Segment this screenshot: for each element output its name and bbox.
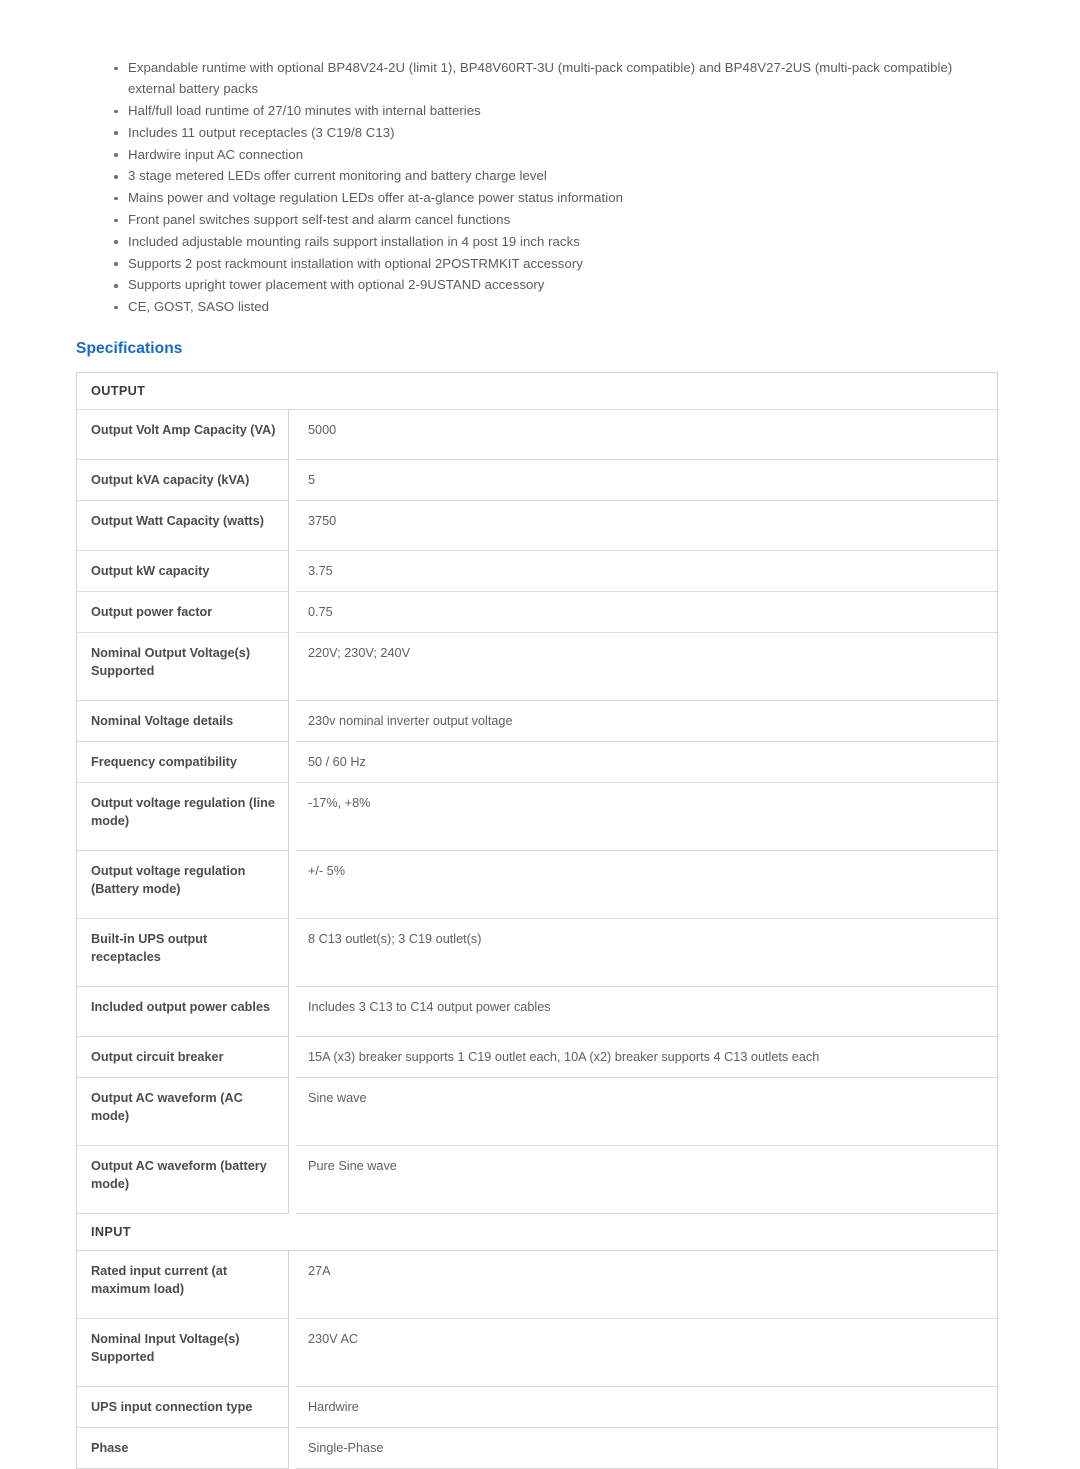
spec-value: 230v nominal inverter output voltage [296, 701, 997, 742]
spec-value: -17%, +8% [296, 783, 997, 851]
spec-value: 8 C13 outlet(s); 3 C19 outlet(s) [296, 919, 997, 987]
spec-row: Rated input current (at maximum load) 27A [77, 1251, 997, 1319]
spec-row: UPS input connection type Hardwire [77, 1387, 997, 1428]
feature-item: 3 stage metered LEDs offer current monit… [108, 165, 980, 186]
spec-row: Nominal Output Voltage(s) Supported 220V;… [77, 633, 997, 701]
spec-row: Output AC waveform (battery mode) Pure Si… [77, 1146, 997, 1214]
spec-value: Single-Phase [296, 1428, 997, 1469]
feature-item: Included adjustable mounting rails suppo… [108, 231, 980, 252]
feature-item: Hardwire input AC connection [108, 144, 980, 165]
spec-value: Pure Sine wave [296, 1146, 997, 1214]
spec-label: Rated input current (at maximum load) [77, 1251, 289, 1319]
spec-row: Output Volt Amp Capacity (VA) 5000 [77, 410, 997, 460]
spec-row: Built-in UPS output receptacles 8 C13 out… [77, 919, 997, 987]
spec-label: UPS input connection type [77, 1387, 289, 1428]
spec-label: Output kW capacity [77, 551, 289, 592]
spec-value: 50 / 60 Hz [296, 742, 997, 783]
spec-value: Includes 3 C13 to C14 output power cable… [296, 987, 997, 1037]
spec-row: Output voltage regulation (line mode) -17… [77, 783, 997, 851]
spec-row: Output circuit breaker 15A (x3) breaker s… [77, 1037, 997, 1078]
spec-row: Nominal Voltage details 230v nominal inve… [77, 701, 997, 742]
spec-row: Included output power cables Includes 3 C… [77, 987, 997, 1037]
feature-item: Mains power and voltage regulation LEDs … [108, 187, 980, 208]
spec-row: Output AC waveform (AC mode) Sine wave [77, 1078, 997, 1146]
spec-section-header: INPUT [77, 1214, 997, 1251]
spec-section-header: OUTPUT [77, 373, 997, 410]
feature-item: Expandable runtime with optional BP48V24… [108, 57, 980, 100]
spec-label: Output Watt Capacity (watts) [77, 501, 289, 551]
feature-item: Includes 11 output receptacles (3 C19/8 … [108, 122, 980, 143]
spec-value: 3750 [296, 501, 997, 551]
spec-row: Phase Single-Phase [77, 1428, 997, 1469]
spec-label: Output AC waveform (AC mode) [77, 1078, 289, 1146]
spec-label: Output kVA capacity (kVA) [77, 460, 289, 501]
spec-label: Nominal Output Voltage(s) Supported [77, 633, 289, 701]
spec-row: Output voltage regulation (Battery mode)… [77, 851, 997, 919]
spec-row: Output kW capacity 3.75 [77, 551, 997, 592]
spec-row: Output Watt Capacity (watts) 3750 [77, 501, 997, 551]
spec-value: 0.75 [296, 592, 997, 633]
spec-value: 3.75 [296, 551, 997, 592]
spec-value: 5000 [296, 410, 997, 460]
specifications-table: OUTPUT Output Volt Amp Capacity (VA) 5000 O… [76, 372, 998, 1469]
spec-value: 5 [296, 460, 997, 501]
spec-value: 15A (x3) breaker supports 1 C19 outlet e… [296, 1037, 997, 1078]
feature-bullet-list: Expandable runtime with optional BP48V24… [108, 57, 980, 318]
spec-value: +/- 5% [296, 851, 997, 919]
spec-row: Output kVA capacity (kVA) 5 [77, 460, 997, 501]
spec-value: 220V; 230V; 240V [296, 633, 997, 701]
feature-item: CE, GOST, SASO listed [108, 296, 980, 317]
spec-label: Included output power cables [77, 987, 289, 1037]
product-spec-page: Expandable runtime with optional BP48V24… [0, 0, 1080, 1469]
spec-label: Nominal Input Voltage(s) Supported [77, 1319, 289, 1387]
spec-label: Output circuit breaker [77, 1037, 289, 1078]
specifications-heading: Specifications [76, 340, 183, 357]
spec-row: Frequency compatibility 50 / 60 Hz [77, 742, 997, 783]
spec-value: 230V AC [296, 1319, 997, 1387]
spec-label: Output AC waveform (battery mode) [77, 1146, 289, 1214]
spec-row: Output power factor 0.75 [77, 592, 997, 633]
spec-label: Output voltage regulation (line mode) [77, 783, 289, 851]
spec-label: Built-in UPS output receptacles [77, 919, 289, 987]
spec-label: Phase [77, 1428, 289, 1469]
spec-label: Frequency compatibility [77, 742, 289, 783]
feature-item: Supports upright tower placement with op… [108, 274, 980, 295]
spec-row: Nominal Input Voltage(s) Supported 230V A… [77, 1319, 997, 1387]
feature-item: Half/full load runtime of 27/10 minutes … [108, 100, 980, 121]
spec-label: Output voltage regulation (Battery mode) [77, 851, 289, 919]
feature-item: Supports 2 post rackmount installation w… [108, 253, 980, 274]
spec-value: Sine wave [296, 1078, 997, 1146]
spec-label: Output power factor [77, 592, 289, 633]
spec-label: Output Volt Amp Capacity (VA) [77, 410, 289, 460]
spec-value: Hardwire [296, 1387, 997, 1428]
spec-value: 27A [296, 1251, 997, 1319]
spec-label: Nominal Voltage details [77, 701, 289, 742]
feature-item: Front panel switches support self-test a… [108, 209, 980, 230]
